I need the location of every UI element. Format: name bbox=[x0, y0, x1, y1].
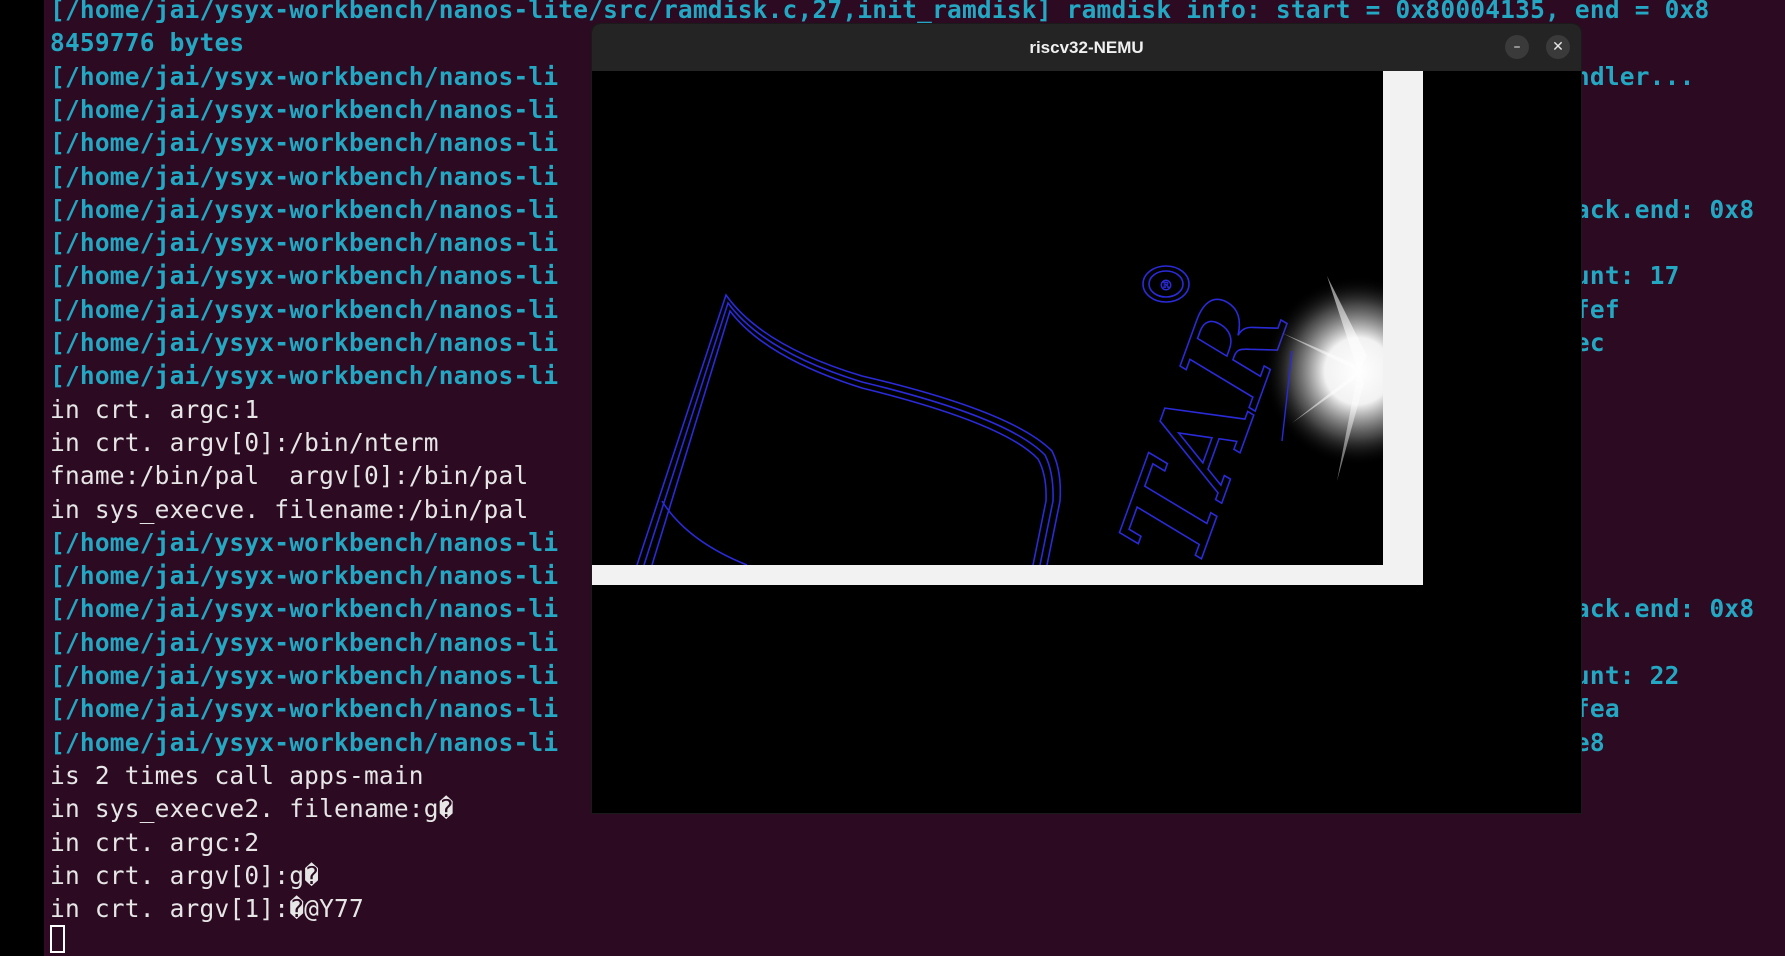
window-titlebar[interactable]: riscv32-NEMU – ✕ bbox=[592, 24, 1581, 71]
minimize-button[interactable]: – bbox=[1505, 35, 1529, 59]
terminal-line: [/home/jai/ysyx-workbench/nanos-li bbox=[50, 161, 559, 191]
nemu-window[interactable]: riscv32-NEMU – ✕ ® TAR bbox=[592, 24, 1581, 813]
svg-text:®: ® bbox=[1159, 278, 1173, 294]
terminal-line: in sys_execve2. filename:g� bbox=[50, 794, 454, 824]
terminal-line: in crt. argv[0]:g� bbox=[50, 860, 320, 890]
game-screen: ® TAR bbox=[592, 71, 1383, 565]
terminal-line: [/home/jai/ysyx-workbench/nanos-lite/src… bbox=[50, 0, 1710, 24]
terminal-line: [/home/jai/ysyx-workbench/nanos-li bbox=[50, 228, 559, 258]
terminal-line: [/home/jai/ysyx-workbench/nanos-li bbox=[50, 527, 559, 557]
terminal-line: [/home/jai/ysyx-workbench/nanos-li bbox=[50, 128, 559, 158]
terminal-line: [/home/jai/ysyx-workbench/nanos-li bbox=[50, 94, 559, 124]
terminal-line: fname:/bin/pal argv[0]:/bin/pal bbox=[50, 461, 529, 491]
window-title: riscv32-NEMU bbox=[1029, 38, 1144, 57]
terminal-line: in crt. argc:1 bbox=[50, 394, 260, 424]
banner-outline bbox=[636, 293, 1062, 565]
emulator-canvas[interactable]: ® TAR bbox=[592, 71, 1581, 813]
terminal-line: in crt. argv[1]:�@Y77 bbox=[50, 894, 364, 924]
close-button[interactable]: ✕ bbox=[1546, 35, 1570, 59]
terminal-line: in crt. argv[0]:/bin/nterm bbox=[50, 427, 439, 457]
terminal-line: in crt. argc:2 bbox=[50, 827, 260, 857]
terminal-line: is 2 times call apps-main bbox=[50, 760, 424, 790]
terminal-line: [/home/jai/ysyx-workbench/nanos-li bbox=[50, 561, 559, 591]
terminal-cursor bbox=[50, 925, 65, 953]
terminal-line: 8459776 bytes bbox=[50, 28, 245, 58]
terminal-line: [/home/jai/ysyx-workbench/nanos-li bbox=[50, 361, 559, 391]
terminal-line: in sys_execve. filename:/bin/pal bbox=[50, 494, 529, 524]
lens-flare bbox=[1263, 276, 1383, 481]
game-splash-logo: ® TAR bbox=[636, 265, 1383, 565]
terminal-line: [/home/jai/ysyx-workbench/nanos-li bbox=[50, 627, 559, 657]
game-screen-border: ® TAR bbox=[592, 71, 1423, 585]
desktop-dock-edge bbox=[0, 0, 44, 956]
